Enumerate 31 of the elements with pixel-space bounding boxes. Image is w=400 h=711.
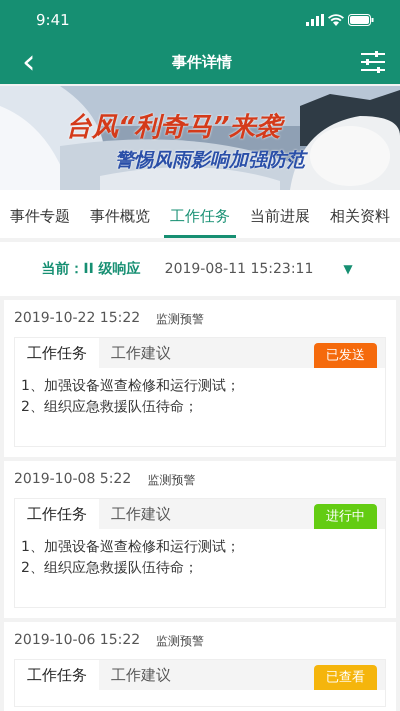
tab[interactable]: 工作任务 (164, 194, 236, 238)
record-category: 监测预警 (156, 632, 204, 650)
record-category: 监测预警 (156, 310, 204, 328)
page-title: 事件详情 (172, 52, 232, 73)
tab[interactable]: 事件专题 (4, 194, 76, 238)
record-tab[interactable]: 工作任务 (15, 499, 99, 529)
record-time: 2019-10-06 15:22 (14, 631, 140, 650)
wifi-icon (328, 14, 344, 26)
battery-icon (348, 14, 374, 26)
status-badge: 已查看 (314, 664, 377, 690)
response-level: 当前：II 级响应 (41, 260, 141, 278)
dropdown-toggle[interactable]: ▼ (337, 259, 359, 279)
task-line: 1、加强设备巡查检修和运行测试； (21, 377, 241, 396)
record-tab[interactable]: 工作任务 (15, 660, 99, 690)
tab[interactable]: 当前进展 (244, 194, 316, 238)
record-tab[interactable]: 工作任务 (15, 338, 99, 368)
record-category: 监测预警 (147, 472, 196, 488)
status-badge: 进行中 (314, 504, 377, 529)
tab[interactable]: 事件概览 (84, 194, 156, 238)
back-button[interactable]: ‹ (14, 45, 44, 79)
signal-icon (306, 14, 324, 26)
current-time: 2019-08-11 15:23:11 (164, 260, 314, 278)
tab[interactable]: 相关资料 (324, 194, 396, 238)
task-line: 2、组织应急救援队伍待命； (21, 398, 199, 417)
filter-settings-icon[interactable] (360, 51, 386, 73)
status-badge: 已发送 (314, 342, 377, 368)
task-line: 1、加强设备巡查检修和运行测试； (21, 538, 241, 557)
record-time: 2019-10-08 5:22 (14, 470, 132, 489)
status-time: 9:41 (36, 10, 70, 31)
task-line: 2、组织应急救援队伍待命； (21, 559, 199, 578)
record-time: 2019-10-22 15:22 (14, 309, 140, 328)
